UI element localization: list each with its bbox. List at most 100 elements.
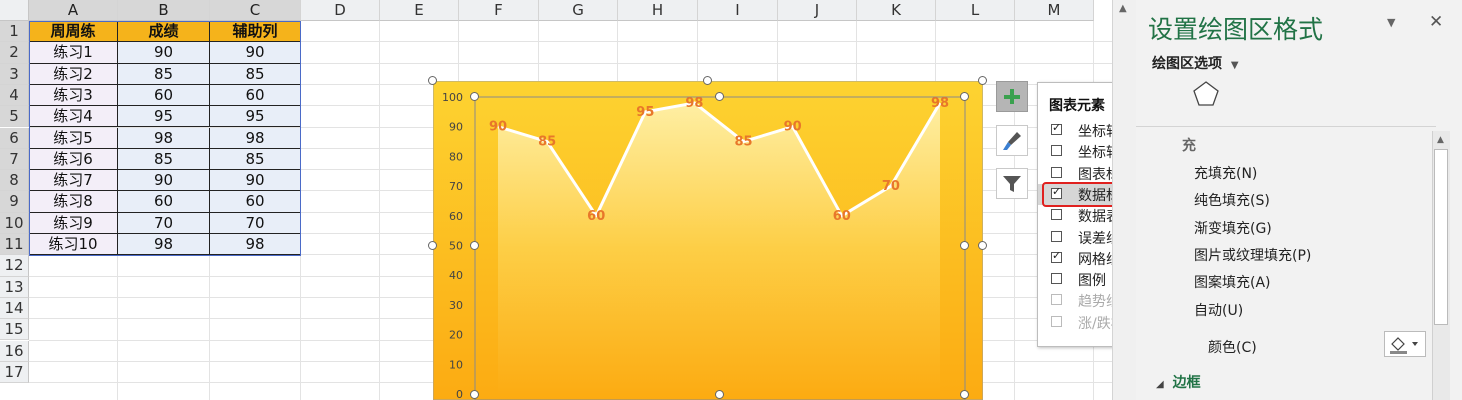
plot-handle[interactable] bbox=[960, 92, 969, 101]
format-plot-area-pane[interactable]: 设置绘图区格式 ▼ ✕ 绘图区选项 ▼ ▲ 充 充填充(N) 纯色填充(S) 渐变填… bbox=[1136, 0, 1462, 400]
table-cell[interactable]: 练习7 bbox=[29, 170, 118, 192]
data-label[interactable]: 60 bbox=[833, 209, 851, 224]
row-header-3[interactable]: 3 bbox=[0, 63, 29, 85]
table-cell[interactable]: 98 bbox=[118, 234, 210, 256]
chart-element-item[interactable]: 坐标轴标题 bbox=[1038, 141, 1112, 162]
fill-option[interactable]: 纯色填充(S) bbox=[1194, 190, 1270, 210]
row-header-17[interactable]: 17 bbox=[0, 361, 29, 384]
plot-handle[interactable] bbox=[715, 390, 724, 399]
table-cell[interactable]: 98 bbox=[210, 127, 301, 149]
plot-handle[interactable] bbox=[960, 241, 969, 250]
table-cell[interactable]: 98 bbox=[118, 127, 210, 149]
checkbox[interactable] bbox=[1051, 230, 1062, 242]
chart-element-item[interactable]: 趋势线 bbox=[1038, 290, 1112, 311]
row-header-13[interactable]: 13 bbox=[0, 276, 29, 298]
pane-options-dropdown-icon[interactable]: ▼ bbox=[1387, 16, 1395, 29]
data-label[interactable]: 90 bbox=[784, 120, 802, 135]
table-cell[interactable]: 练习2 bbox=[29, 63, 118, 85]
row-header-16[interactable]: 16 bbox=[0, 340, 29, 362]
column-header-g[interactable]: G bbox=[539, 0, 618, 21]
chart-element-item[interactable]: 涨/跌柱线 bbox=[1038, 312, 1112, 333]
select-all-corner[interactable] bbox=[0, 0, 29, 21]
checkbox[interactable] bbox=[1051, 294, 1062, 306]
chart-element-item[interactable]: 误差线 bbox=[1038, 227, 1112, 248]
table-cell[interactable]: 60 bbox=[118, 191, 210, 213]
checkbox[interactable] bbox=[1051, 249, 1062, 263]
table-cell[interactable]: 60 bbox=[210, 191, 301, 213]
plot-handle[interactable] bbox=[470, 241, 479, 250]
row-header-2[interactable]: 2 bbox=[0, 42, 29, 64]
table-cell[interactable]: 85 bbox=[210, 148, 301, 171]
resize-handle[interactable] bbox=[428, 241, 437, 250]
resize-handle[interactable] bbox=[428, 76, 437, 85]
table-cell[interactable]: 90 bbox=[118, 170, 210, 192]
options-label[interactable]: 绘图区选项 ▼ bbox=[1152, 53, 1239, 73]
table-cell[interactable]: 85 bbox=[118, 63, 210, 85]
data-label[interactable]: 85 bbox=[735, 135, 753, 150]
column-header-b[interactable]: B bbox=[118, 0, 210, 21]
close-icon[interactable]: ✕ bbox=[1429, 12, 1443, 32]
table-cell[interactable]: 练习8 bbox=[29, 191, 118, 213]
table-cell[interactable]: 70 bbox=[210, 212, 301, 234]
table-cell[interactable]: 85 bbox=[210, 63, 301, 85]
table-header-cell[interactable]: 周周练 bbox=[29, 21, 118, 43]
table-cell[interactable]: 练习5 bbox=[29, 127, 118, 149]
row-header-10[interactable]: 10 bbox=[0, 212, 29, 234]
row-header-14[interactable]: 14 bbox=[0, 297, 29, 320]
row-header-12[interactable]: 12 bbox=[0, 255, 29, 277]
scroll-thumb[interactable] bbox=[1434, 149, 1448, 325]
chart-element-item[interactable]: 图例 bbox=[1038, 269, 1112, 290]
fill-option[interactable]: 图片或纹理填充(P) bbox=[1194, 245, 1311, 265]
column-header-j[interactable]: J bbox=[778, 0, 857, 21]
row-header-15[interactable]: 15 bbox=[0, 319, 29, 341]
column-header-f[interactable]: F bbox=[459, 0, 539, 21]
data-label[interactable]: 85 bbox=[538, 135, 556, 150]
column-header-d[interactable]: D bbox=[301, 0, 380, 21]
fill-option[interactable]: 自动(U) bbox=[1194, 300, 1243, 320]
chart-element-item[interactable]: 数据表 bbox=[1038, 205, 1112, 226]
checkbox[interactable] bbox=[1051, 209, 1062, 221]
data-label[interactable]: 98 bbox=[685, 96, 703, 111]
chart-filters-button[interactable] bbox=[996, 168, 1028, 199]
column-header-e[interactable]: E bbox=[380, 0, 459, 21]
table-cell[interactable]: 练习6 bbox=[29, 148, 118, 171]
scroll-up-icon[interactable]: ▲ bbox=[1437, 135, 1444, 145]
data-label[interactable]: 70 bbox=[882, 179, 900, 194]
chart-elements-button[interactable] bbox=[996, 81, 1028, 112]
column-header-a[interactable]: A bbox=[29, 0, 118, 21]
data-label[interactable]: 90 bbox=[489, 120, 507, 135]
data-label[interactable]: 95 bbox=[636, 105, 654, 120]
table-cell[interactable]: 98 bbox=[210, 234, 301, 256]
column-header-i[interactable]: I bbox=[698, 0, 778, 21]
row-header-9[interactable]: 9 bbox=[0, 191, 29, 213]
chart-element-item[interactable]: 图表标题 bbox=[1038, 163, 1112, 184]
table-header-cell[interactable]: 辅助列 bbox=[210, 21, 301, 43]
checkbox[interactable] bbox=[1051, 121, 1062, 135]
pentagon-icon[interactable] bbox=[1192, 80, 1220, 108]
table-cell[interactable]: 85 bbox=[118, 148, 210, 171]
row-header-7[interactable]: 7 bbox=[0, 148, 29, 171]
plot-handle[interactable] bbox=[960, 390, 969, 399]
resize-handle[interactable] bbox=[703, 76, 712, 85]
plot-handle[interactable] bbox=[715, 92, 724, 101]
table-header-cell[interactable]: 成绩 bbox=[118, 21, 210, 43]
row-header-5[interactable]: 5 bbox=[0, 106, 29, 128]
row-header-11[interactable]: 11 bbox=[0, 234, 29, 256]
column-header-h[interactable]: H bbox=[618, 0, 698, 21]
spreadsheet-grid[interactable]: ABCDEFGHIJKLM 1 2 3 4 5 6 7 8 9 10 11 12 13 14 15 16 17 … bbox=[0, 0, 1112, 400]
column-header-m[interactable]: M bbox=[1015, 0, 1094, 21]
fill-option[interactable]: 充填充(N) bbox=[1194, 163, 1257, 183]
checkbox[interactable] bbox=[1051, 166, 1062, 178]
checkbox[interactable] bbox=[1051, 273, 1062, 285]
row-header-4[interactable]: 4 bbox=[0, 84, 29, 107]
table-cell[interactable]: 90 bbox=[210, 42, 301, 64]
vertical-scrollbar[interactable]: ▲ bbox=[1112, 0, 1136, 400]
table-cell[interactable]: 60 bbox=[210, 84, 301, 107]
pane-scrollbar[interactable]: ▲ bbox=[1432, 131, 1450, 400]
table-cell[interactable]: 练习10 bbox=[29, 234, 118, 256]
checkbox[interactable] bbox=[1051, 145, 1062, 157]
plot-handle[interactable] bbox=[470, 92, 479, 101]
area-chart[interactable]: 0 10 20 30 40 50 60 70 80 90 100 90 85 60 95 98 85 90 60 7… bbox=[428, 76, 987, 400]
column-header-k[interactable]: K bbox=[857, 0, 936, 21]
data-label[interactable]: 60 bbox=[587, 209, 605, 224]
